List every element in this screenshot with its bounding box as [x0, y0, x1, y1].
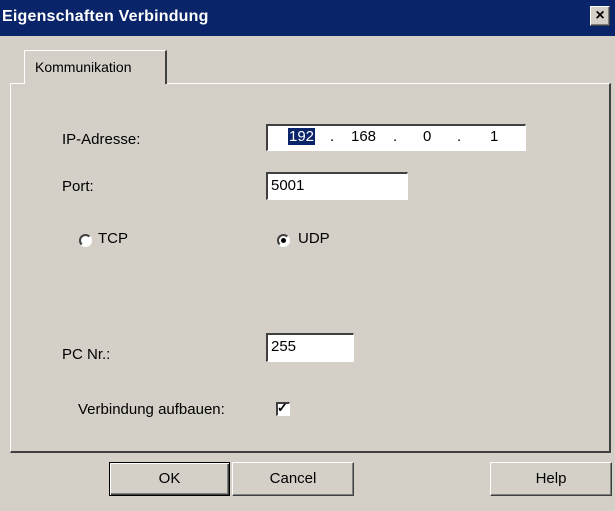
close-button[interactable]: × [590, 6, 610, 26]
ok-button[interactable]: OK [109, 462, 230, 496]
close-icon: × [595, 7, 605, 24]
tab-panel [10, 83, 611, 453]
title-bar: Eigenschaften Verbindung × [0, 0, 615, 36]
window-title: Eigenschaften Verbindung [2, 8, 209, 25]
help-button[interactable]: Help [490, 462, 612, 496]
tab-kommunikation[interactable]: Kommunikation [24, 50, 167, 84]
cancel-button[interactable]: Cancel [232, 462, 354, 496]
tab-label: Kommunikation [35, 59, 132, 75]
